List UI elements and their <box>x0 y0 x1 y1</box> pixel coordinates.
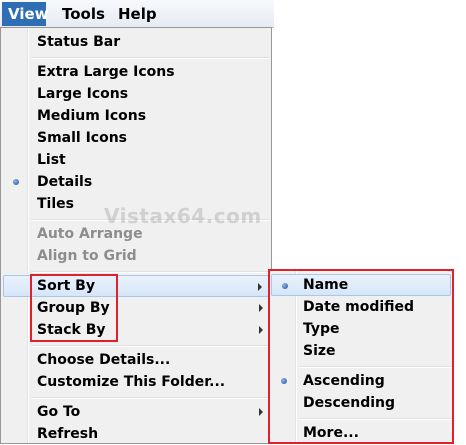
highlight-box-sort-submenu <box>268 269 454 444</box>
menu-item-details[interactable]: Details <box>3 171 269 193</box>
menu-separator <box>31 397 269 399</box>
menu-help[interactable]: Help <box>112 2 163 26</box>
menu-separator <box>31 345 269 347</box>
menu-item-go-to[interactable]: Go To <box>3 401 269 423</box>
menu-separator <box>31 57 269 59</box>
highlight-box-submenu-items <box>30 274 118 342</box>
submenu-arrow-icon <box>259 326 263 334</box>
radio-bullet-icon <box>13 179 19 185</box>
menu-item-label: Refresh <box>37 426 99 442</box>
menu-item-small-icons[interactable]: Small Icons <box>3 127 269 149</box>
submenu-arrow-icon <box>259 408 263 416</box>
submenu-arrow-icon <box>258 283 262 291</box>
menu-item-label: List <box>37 152 66 168</box>
menu-item-label: Tiles <box>37 196 74 212</box>
menu-item-label: Details <box>37 174 93 190</box>
view-dropdown-menu: Status Bar Extra Large Icons Large Icons… <box>0 27 272 444</box>
menu-item-label: Choose Details... <box>37 352 171 368</box>
menu-item-label: Medium Icons <box>37 108 147 124</box>
menu-item-status-bar[interactable]: Status Bar <box>3 31 269 53</box>
menu-item-label: Customize This Folder... <box>37 374 226 390</box>
menu-item-label: Auto Arrange <box>37 226 143 242</box>
menu-item-label: Small Icons <box>37 130 128 146</box>
menu-item-extra-large-icons[interactable]: Extra Large Icons <box>3 61 269 83</box>
menu-item-choose-details[interactable]: Choose Details... <box>3 349 269 371</box>
submenu-arrow-icon <box>259 304 263 312</box>
menu-separator <box>31 271 269 273</box>
menu-bar: View Tools Help <box>0 0 274 28</box>
menu-item-label: Go To <box>37 404 81 420</box>
menu-item-label: Large Icons <box>37 86 129 102</box>
menu-item-large-icons[interactable]: Large Icons <box>3 83 269 105</box>
menu-item-refresh[interactable]: Refresh <box>3 423 269 445</box>
menu-item-list[interactable]: List <box>3 149 269 171</box>
menu-item-medium-icons[interactable]: Medium Icons <box>3 105 269 127</box>
menu-item-label: Status Bar <box>37 34 121 50</box>
menu-item-label: Extra Large Icons <box>37 64 175 80</box>
menu-item-customize-folder[interactable]: Customize This Folder... <box>3 371 269 393</box>
watermark: Vistax64.com <box>104 204 262 228</box>
menu-item-align-to-grid: Align to Grid <box>3 245 269 267</box>
menu-tools[interactable]: Tools <box>56 2 111 26</box>
menu-view[interactable]: View <box>2 2 49 26</box>
background-window <box>274 0 466 270</box>
menu-item-label: Align to Grid <box>37 248 137 264</box>
